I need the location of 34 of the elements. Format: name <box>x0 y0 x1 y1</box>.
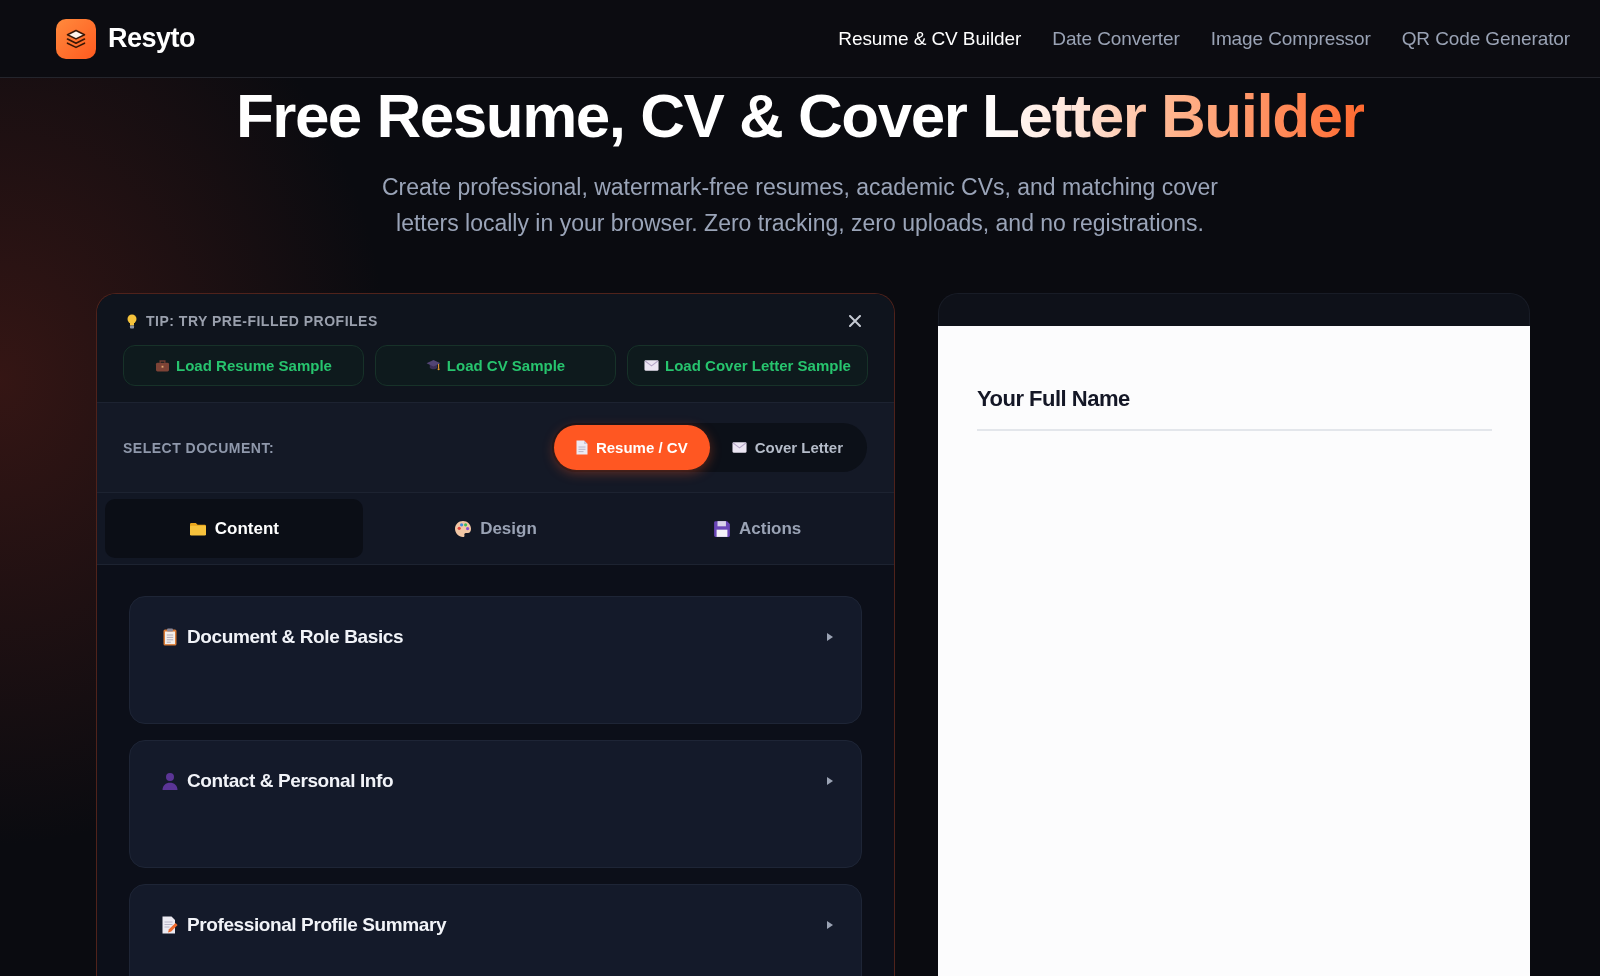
palette-icon <box>454 519 473 538</box>
close-icon[interactable] <box>849 315 861 327</box>
nav-link[interactable]: Resume & CV Builder <box>838 27 1022 50</box>
section-title: Document & Role Basics <box>187 626 405 648</box>
load-sample-button[interactable]: Load Resume Sample <box>123 345 364 386</box>
logo-icon <box>56 18 96 59</box>
tab[interactable]: Content <box>105 499 363 558</box>
accordion-section[interactable]: Document & Role Basics <box>129 596 862 724</box>
page-subtitle: Create professional, watermark-free resumes, academic CVs, and matching cover letters locally in your browser. Zero tracking, zero uploads, and no registrations. <box>381 173 1219 238</box>
nav-link[interactable]: Image Compressor <box>1210 27 1371 50</box>
briefcase-icon <box>155 359 171 372</box>
nav-link[interactable]: Date Converter <box>1052 27 1180 50</box>
envelope-icon <box>731 441 747 454</box>
section-title: Contact & Personal Info <box>187 770 395 792</box>
resume-name: Your Full Name <box>977 386 1130 411</box>
document-icon <box>575 440 588 455</box>
document-option[interactable]: Cover Letter <box>709 425 865 470</box>
lightbulb-icon <box>127 313 137 329</box>
person-icon <box>161 772 179 790</box>
nav-link[interactable]: QR Code Generator <box>1401 27 1570 50</box>
tab[interactable]: Design <box>366 499 625 558</box>
load-sample-button[interactable]: Load Cover Letter Sample <box>627 345 868 386</box>
accordion-section[interactable]: Professional Profile Summary <box>129 884 862 976</box>
tip-title: TIP: TRY PRE-FILLED PROFILES <box>146 313 378 329</box>
accordion-section[interactable]: Contact & Personal Info <box>129 740 862 868</box>
load-sample-button[interactable]: Load CV Sample <box>375 345 616 386</box>
envelope-icon <box>644 359 660 372</box>
graduation-cap-icon <box>425 359 441 372</box>
clipboard-icon <box>161 628 179 646</box>
document-select-label: SELECT DOCUMENT: <box>123 439 275 456</box>
document-pencil-icon <box>161 916 179 934</box>
brand-name: Resyto <box>108 23 196 54</box>
section-title: Professional Profile Summary <box>187 914 448 936</box>
tab[interactable]: Actions <box>628 499 886 558</box>
